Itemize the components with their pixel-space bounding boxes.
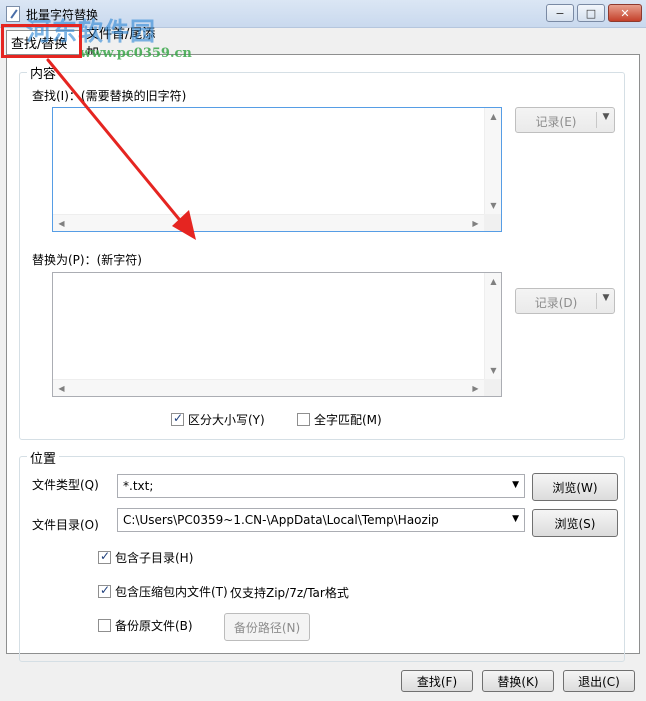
location-group-title: 位置 — [27, 448, 60, 467]
scroll-corner — [484, 214, 501, 231]
scroll-up-icon[interactable]: ▲ — [485, 108, 502, 125]
chevron-down-icon[interactable]: ▼ — [512, 480, 519, 490]
replace-vertical-scrollbar[interactable]: ▲ ▼ — [484, 273, 501, 379]
replace-textarea[interactable]: ▲ ▼ ◀ ▶ — [52, 272, 502, 397]
checkbox-unchecked-icon[interactable] — [98, 619, 111, 632]
backup-path-button[interactable]: 备份路径(N) — [224, 613, 310, 641]
minimize-button[interactable]: − — [546, 4, 574, 22]
close-button[interactable]: ✕ — [608, 4, 642, 22]
watermark-url: www.pc0359.cn — [80, 46, 192, 61]
find-record-button[interactable]: 记录(E) ▼ — [515, 107, 615, 133]
replace-label: 替换为(P)：(新字符) — [32, 253, 142, 267]
find-horizontal-scrollbar[interactable]: ◀ ▶ — [53, 214, 484, 231]
tab-highlight-box — [1, 24, 82, 58]
backup-checkbox[interactable]: 备份原文件(B) — [98, 617, 193, 634]
whole-word-label: 全字匹配(M) — [314, 413, 382, 427]
include-subdirs-checkbox[interactable]: 包含子目录(H) — [98, 549, 193, 566]
archive-format-note: 仅支持Zip/7z/Tar格式 — [230, 586, 349, 600]
scroll-down-icon[interactable]: ▼ — [485, 197, 502, 214]
maximize-button[interactable]: □ — [577, 4, 605, 22]
browse-dir-button[interactable]: 浏览(S) — [532, 509, 618, 537]
find-textarea[interactable]: ▲ ▼ ◀ ▶ — [52, 107, 502, 232]
scroll-left-icon[interactable]: ◀ — [53, 380, 70, 397]
chevron-down-icon[interactable]: ▼ — [598, 293, 614, 303]
scroll-down-icon[interactable]: ▼ — [485, 362, 502, 379]
include-subdirs-label: 包含子目录(H) — [115, 551, 194, 565]
scroll-up-icon[interactable]: ▲ — [485, 273, 502, 290]
whole-word-checkbox[interactable]: 全字匹配(M) — [297, 411, 382, 428]
checkbox-checked-icon[interactable] — [171, 411, 184, 426]
replace-record-button[interactable]: 记录(D) ▼ — [515, 288, 615, 314]
chevron-down-icon[interactable]: ▼ — [598, 112, 614, 122]
split-separator — [596, 112, 597, 128]
find-label: 查找(I)：(需要替换的旧字符) — [32, 89, 187, 103]
app-icon — [6, 6, 20, 22]
replace-button[interactable]: 替换(K) — [482, 670, 554, 692]
file-type-label: 文件类型(Q) — [32, 478, 99, 492]
find-button[interactable]: 查找(F) — [401, 670, 473, 692]
chevron-down-icon[interactable]: ▼ — [512, 514, 519, 524]
replace-horizontal-scrollbar[interactable]: ◀ ▶ — [53, 379, 484, 396]
file-type-combo[interactable]: *.txt; ▼ — [117, 474, 525, 498]
checkbox-checked-icon[interactable] — [98, 583, 111, 598]
scroll-right-icon[interactable]: ▶ — [467, 380, 484, 397]
replace-record-label: 记录(D) — [534, 296, 578, 310]
find-vertical-scrollbar[interactable]: ▲ ▼ — [484, 108, 501, 214]
scroll-corner — [484, 379, 501, 396]
checkbox-unchecked-icon[interactable] — [297, 413, 310, 426]
content-group-title: 内容 — [27, 63, 60, 82]
include-archives-label: 包含压缩包内文件(T) — [115, 585, 228, 599]
browse-file-type-button[interactable]: 浏览(W) — [532, 473, 618, 501]
exit-button[interactable]: 退出(C) — [563, 670, 635, 692]
case-sensitive-checkbox[interactable]: 区分大小写(Y) — [171, 411, 265, 428]
backup-label: 备份原文件(B) — [115, 619, 193, 633]
case-sensitive-label: 区分大小写(Y) — [188, 413, 265, 427]
file-dir-value: C:\Users\PC0359~1.CN-\AppData\Local\Temp… — [123, 513, 439, 527]
scroll-left-icon[interactable]: ◀ — [53, 215, 70, 232]
file-type-value: *.txt; — [123, 479, 154, 493]
file-dir-label: 文件目录(O) — [32, 518, 99, 532]
file-dir-combo[interactable]: C:\Users\PC0359~1.CN-\AppData\Local\Temp… — [117, 508, 525, 532]
find-record-label: 记录(E) — [535, 115, 577, 129]
include-archives-checkbox[interactable]: 包含压缩包内文件(T) — [98, 583, 228, 600]
checkbox-checked-icon[interactable] — [98, 549, 111, 564]
split-separator — [596, 293, 597, 309]
scroll-right-icon[interactable]: ▶ — [467, 215, 484, 232]
